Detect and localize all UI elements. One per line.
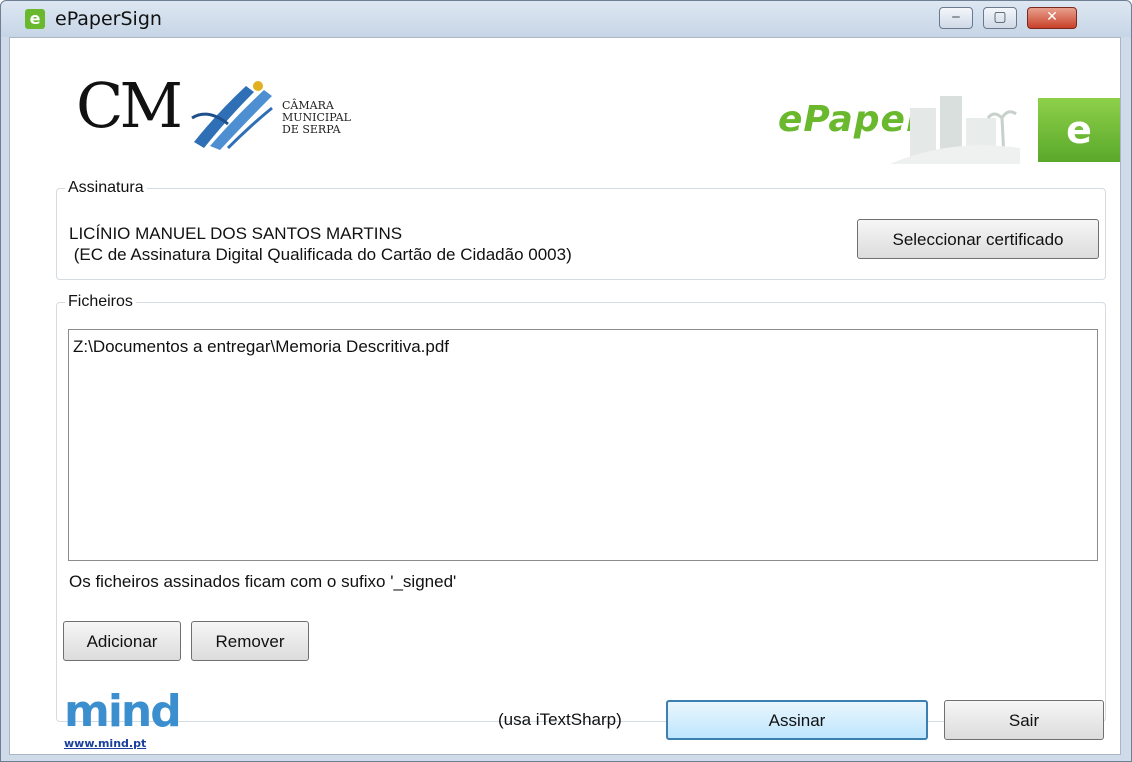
mind-logo: mind [64,686,182,737]
signer-info: LICÍNIO MANUEL DOS SANTOS MARTINS (EC de… [69,223,572,265]
mind-website-link[interactable]: www.mind.pt [64,738,146,750]
file-list-item[interactable]: Z:\Documentos a entregar\Memoria Descrit… [73,336,1093,357]
header-banner: CM CÂMARA MUNICIPAL DE SERPA ePaper e [10,38,1120,164]
app-icon: e [25,9,45,29]
remove-file-button[interactable]: Remover [191,621,309,661]
client-area: CM CÂMARA MUNICIPAL DE SERPA ePaper e As… [9,37,1121,755]
cm-name-line: DE SERPA [282,123,341,136]
add-file-button[interactable]: Adicionar [63,621,181,661]
cm-emblem-icon [191,81,273,150]
window-title: ePaperSign [55,8,162,30]
files-group: Ficheiros Z:\Documentos a entregar\Memor… [56,293,1106,722]
signer-issuer: (EC de Assinatura Digital Qualificada do… [69,245,572,264]
itextsharp-note: (usa iTextSharp) [498,710,622,729]
exit-button[interactable]: Sair [944,700,1104,740]
signature-group: Assinatura LICÍNIO MANUEL DOS SANTOS MAR… [56,179,1106,280]
signature-group-label: Assinatura [65,179,147,197]
close-button[interactable]: ✕ [1027,7,1077,29]
select-certificate-button[interactable]: Seleccionar certificado [857,219,1099,259]
cm-municipality-name: CÂMARA MUNICIPAL DE SERPA [282,100,351,136]
sign-button[interactable]: Assinar [666,700,928,740]
app-window: e ePaperSign ‒ ▢ ✕ CM CÂMARA MUNICIPAL D… [0,0,1132,762]
file-list[interactable]: Z:\Documentos a entregar\Memoria Descrit… [68,329,1098,561]
epaper-buildings-graphic [890,96,1020,164]
files-group-label: Ficheiros [65,293,136,311]
minimize-button[interactable]: ‒ [939,7,973,29]
signer-name: LICÍNIO MANUEL DOS SANTOS MARTINS [69,224,403,243]
title-bar[interactable]: e ePaperSign ‒ ▢ ✕ [1,1,1131,37]
maximize-button[interactable]: ▢ [983,7,1017,29]
epaper-badge-icon: e [1038,98,1120,162]
cm-logo: CM [76,69,183,142]
signed-suffix-note: Os ficheiros assinados ficam com o sufix… [69,572,457,591]
